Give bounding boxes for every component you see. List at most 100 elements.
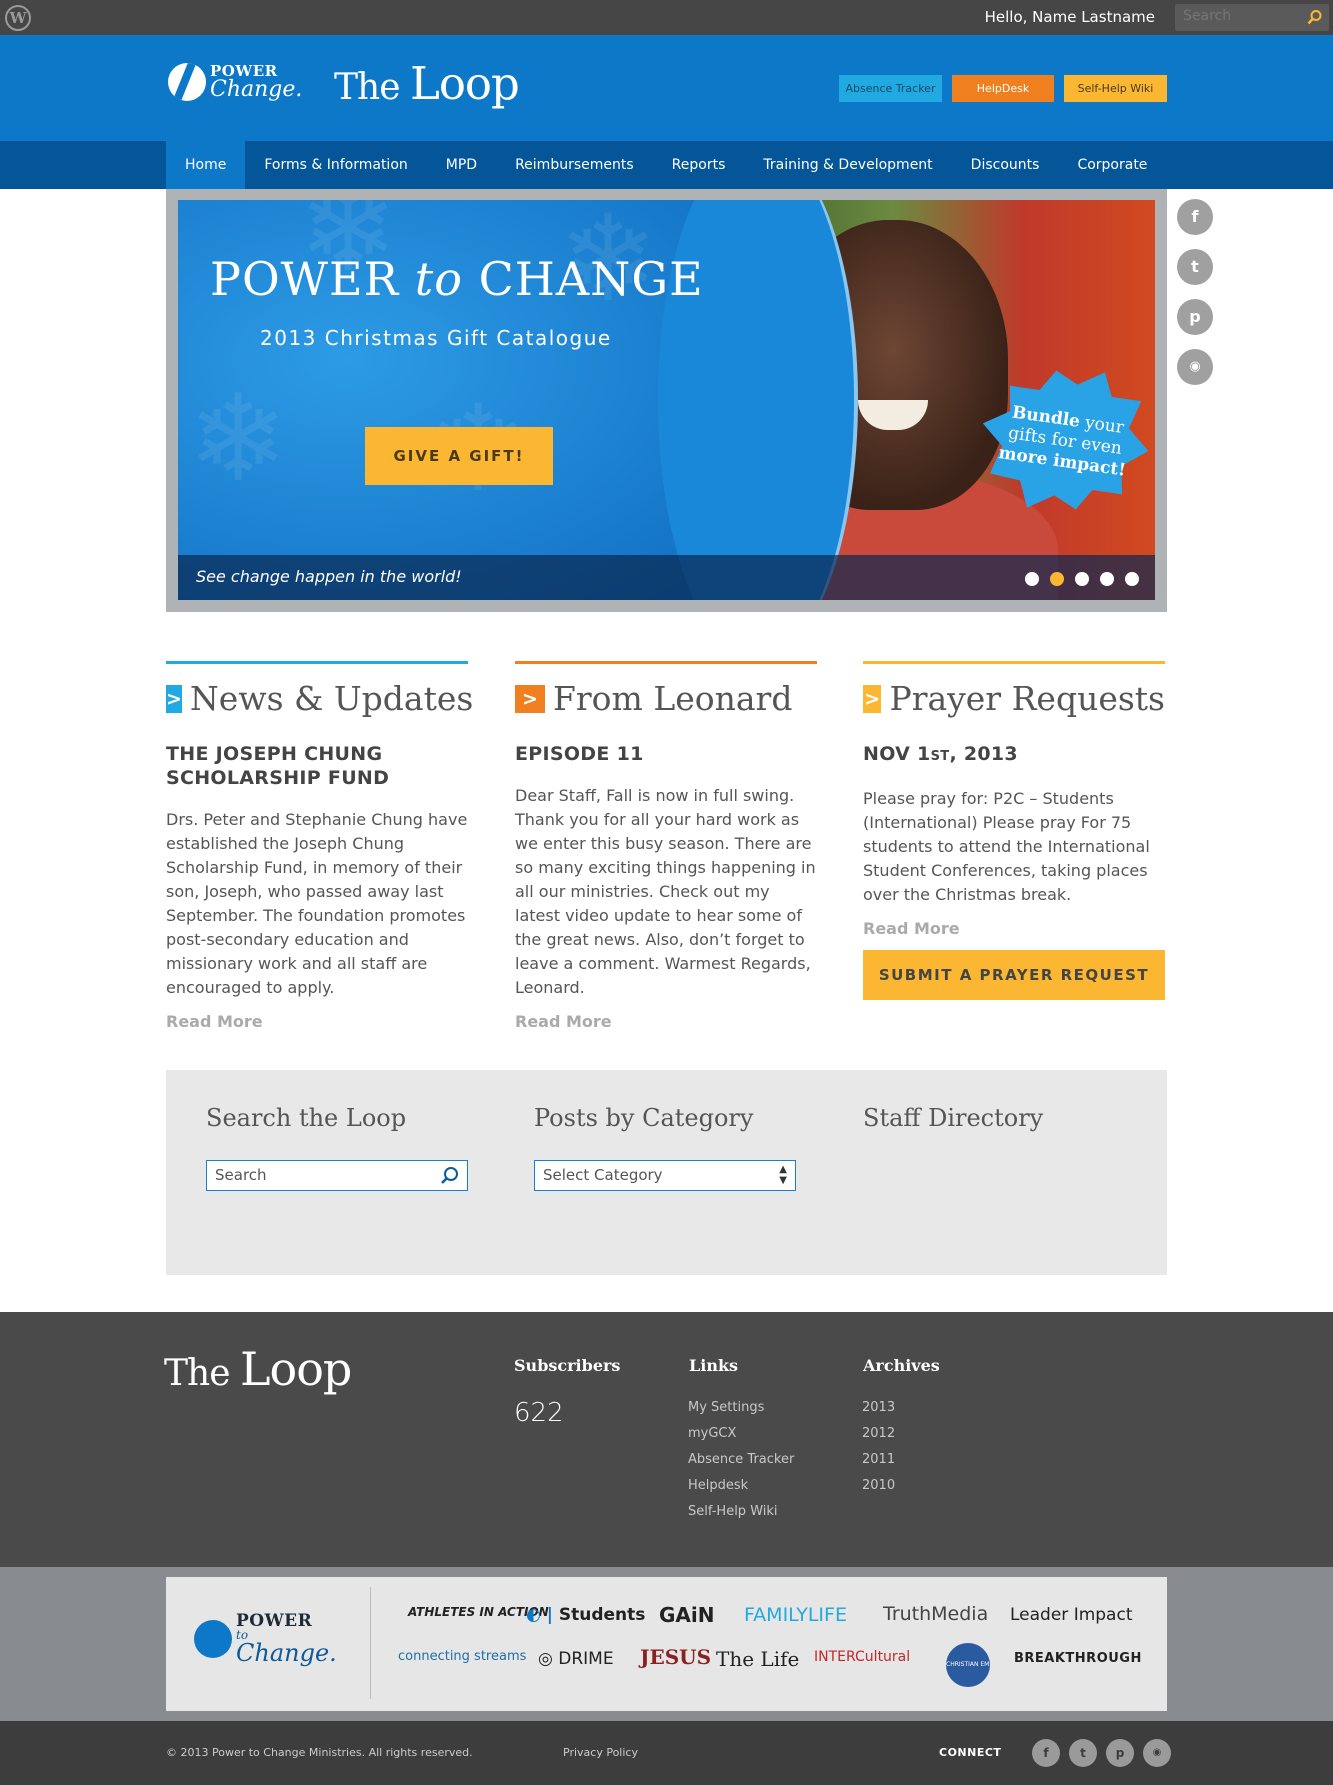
pinterest-icon[interactable]: p xyxy=(1177,299,1213,335)
power-to-change-logo[interactable]: POWER Change. xyxy=(168,63,302,101)
twitter-icon[interactable]: t xyxy=(1177,249,1213,285)
nav-discounts[interactable]: Discounts xyxy=(952,141,1059,189)
chevron-right-icon: > xyxy=(166,684,182,713)
absence-tracker-button[interactable]: Absence Tracker xyxy=(839,75,942,102)
post-excerpt: Drs. Peter and Stephanie Chung have esta… xyxy=(166,810,468,997)
nav-reports[interactable]: Reports xyxy=(653,141,745,189)
nav-training-development[interactable]: Training & Development xyxy=(744,141,951,189)
partner-the-life[interactable]: The Life xyxy=(716,1647,799,1671)
facebook-icon[interactable]: f xyxy=(1177,199,1213,235)
helpdesk-button[interactable]: HelpDesk xyxy=(952,75,1054,102)
rss-icon[interactable]: ◉ xyxy=(1143,1739,1171,1767)
select-arrows-icon: ▲ ▼ xyxy=(779,1164,787,1186)
slider-dot[interactable] xyxy=(1100,572,1114,586)
hero-slider[interactable]: ❄ ❄ ❄ ❄ POWER to CHANGE 2013 Christmas G… xyxy=(178,200,1155,600)
partner-intercultural[interactable]: INTERCultural xyxy=(814,1649,910,1665)
nav-reimbursements[interactable]: Reimbursements xyxy=(496,141,653,189)
give-a-gift-button[interactable]: GIVE A GIFT! xyxy=(365,427,553,485)
footer-link[interactable]: Self-Help Wiki xyxy=(688,1504,794,1530)
footer-link[interactable]: My Settings xyxy=(688,1400,794,1426)
hero-caption: See change happen in the world! xyxy=(196,567,462,586)
rss-icon[interactable]: ◉ xyxy=(1177,349,1213,385)
category-select[interactable]: Select Category ▲ ▼ xyxy=(534,1160,796,1191)
slider-dot[interactable] xyxy=(1125,572,1139,586)
admin-search-input[interactable] xyxy=(1175,4,1300,28)
post-excerpt: Please pray for: P2C – Students (Interna… xyxy=(863,789,1150,904)
search-widget-title: Search the Loop xyxy=(206,1104,407,1132)
search-icon[interactable] xyxy=(440,1166,459,1185)
p2c-globe-icon xyxy=(168,63,206,101)
logo-change-text: Change. xyxy=(210,76,303,102)
partner-students[interactable]: ◐ | Students xyxy=(526,1605,645,1625)
admin-search-box xyxy=(1175,4,1329,31)
read-more-link[interactable]: Read More xyxy=(166,1012,468,1031)
news-updates-column: > News & Updates THE JOSEPH CHUNG SCHOLA… xyxy=(166,661,473,1031)
column-title: Prayer Requests xyxy=(889,679,1165,718)
slider-dot[interactable] xyxy=(1025,572,1039,586)
read-more-link[interactable]: Read More xyxy=(863,919,1165,938)
wordpress-logo-icon[interactable]: W xyxy=(5,5,31,31)
footer-logo[interactable]: The Loop xyxy=(164,1342,352,1396)
privacy-policy-link[interactable]: Privacy Policy xyxy=(563,1746,638,1759)
archive-link[interactable]: 2012 xyxy=(862,1426,895,1452)
links-heading: Links xyxy=(689,1356,739,1375)
site-title[interactable]: The Loop xyxy=(334,57,520,110)
chevron-right-icon: > xyxy=(515,684,545,713)
subscribers-count: 622 xyxy=(514,1398,564,1428)
partner-christian-embassy[interactable]: CHRISTIAN EMBASSY xyxy=(946,1643,990,1687)
column-rule xyxy=(166,661,468,664)
partner-familylife[interactable]: FAMILYLIFE xyxy=(744,1604,847,1626)
loop-search-input[interactable]: Search xyxy=(206,1160,468,1191)
nav-home[interactable]: Home xyxy=(166,141,246,189)
footer-link[interactable]: myGCX xyxy=(688,1426,794,1452)
site-title-loop: Loop xyxy=(409,57,520,110)
partner-jesus-film[interactable]: JESUS xyxy=(640,1645,711,1669)
partner-leader-impact[interactable]: Leader Impact xyxy=(1010,1605,1133,1625)
archive-link[interactable]: 2013 xyxy=(862,1400,895,1426)
search-icon[interactable] xyxy=(1307,9,1323,25)
site-header: POWER Change. The Loop Absence Tracker H… xyxy=(0,35,1333,141)
archive-link[interactable]: 2011 xyxy=(862,1452,895,1478)
partner-connecting-streams[interactable]: connecting streams xyxy=(398,1649,526,1664)
pinterest-icon[interactable]: p xyxy=(1106,1739,1134,1767)
connect-label: CONNECT xyxy=(939,1746,1002,1759)
copyright-text: © 2013 Power to Change Ministries. All r… xyxy=(166,1746,473,1759)
twitter-icon[interactable]: t xyxy=(1069,1739,1097,1767)
post-heading[interactable]: NOV 1ST, 2013 xyxy=(863,742,1165,769)
footer-link[interactable]: Absence Tracker xyxy=(688,1452,794,1478)
staff-directory-title[interactable]: Staff Directory xyxy=(863,1104,1043,1132)
p2c-globe-icon xyxy=(194,1620,232,1658)
hero-subtitle: 2013 Christmas Gift Catalogue xyxy=(260,326,612,350)
nav-corporate[interactable]: Corporate xyxy=(1058,141,1166,189)
partners-divider xyxy=(370,1587,371,1699)
category-select-value: Select Category xyxy=(543,1166,663,1184)
partners-logo-change: Change. xyxy=(236,1639,337,1667)
slider-dot[interactable] xyxy=(1075,572,1089,586)
nav-mpd[interactable]: MPD xyxy=(427,141,496,189)
nav-forms-information[interactable]: Forms & Information xyxy=(245,141,426,189)
submit-prayer-request-button[interactable]: SUBMIT A PRAYER REQUEST xyxy=(863,950,1165,1000)
admin-greeting[interactable]: Hello, Name Lastname xyxy=(985,8,1155,26)
partners-logo-power: POWER xyxy=(236,1611,313,1631)
archive-link[interactable]: 2010 xyxy=(862,1478,895,1504)
partner-ministries: POWER to Change. ATHLETES IN ACTION ◐ | … xyxy=(166,1577,1167,1711)
search-placeholder: Search xyxy=(215,1166,267,1184)
partner-drime[interactable]: ◎ DRIME xyxy=(538,1649,614,1669)
facebook-icon[interactable]: f xyxy=(1032,1739,1060,1767)
power-to-change-logo[interactable]: POWER to Change. xyxy=(194,1613,337,1665)
partner-gain[interactable]: GAiN xyxy=(659,1603,715,1627)
footer-link[interactable]: Helpdesk xyxy=(688,1478,794,1504)
post-heading[interactable]: EPISODE 11 xyxy=(515,742,817,766)
partner-breakthrough[interactable]: BREAKTHROUGH xyxy=(1014,1651,1142,1666)
post-excerpt: Dear Staff, Fall is now in full swing. T… xyxy=(515,786,816,997)
from-leonard-column: > From Leonard EPISODE 11 Dear Staff, Fa… xyxy=(515,661,817,1031)
read-more-link[interactable]: Read More xyxy=(515,1012,817,1031)
footer-links-list: My Settings myGCX Absence Tracker Helpde… xyxy=(688,1400,794,1530)
slider-dot-active[interactable] xyxy=(1050,572,1064,586)
column-title: From Leonard xyxy=(553,679,793,718)
admin-bar: W Hello, Name Lastname xyxy=(0,0,1333,35)
partner-truthmedia[interactable]: TruthMedia xyxy=(883,1603,988,1625)
site-title-the: The xyxy=(334,67,410,108)
self-help-wiki-button[interactable]: Self-Help Wiki xyxy=(1064,75,1167,102)
post-heading[interactable]: THE JOSEPH CHUNG SCHOLARSHIP FUND xyxy=(166,742,468,790)
